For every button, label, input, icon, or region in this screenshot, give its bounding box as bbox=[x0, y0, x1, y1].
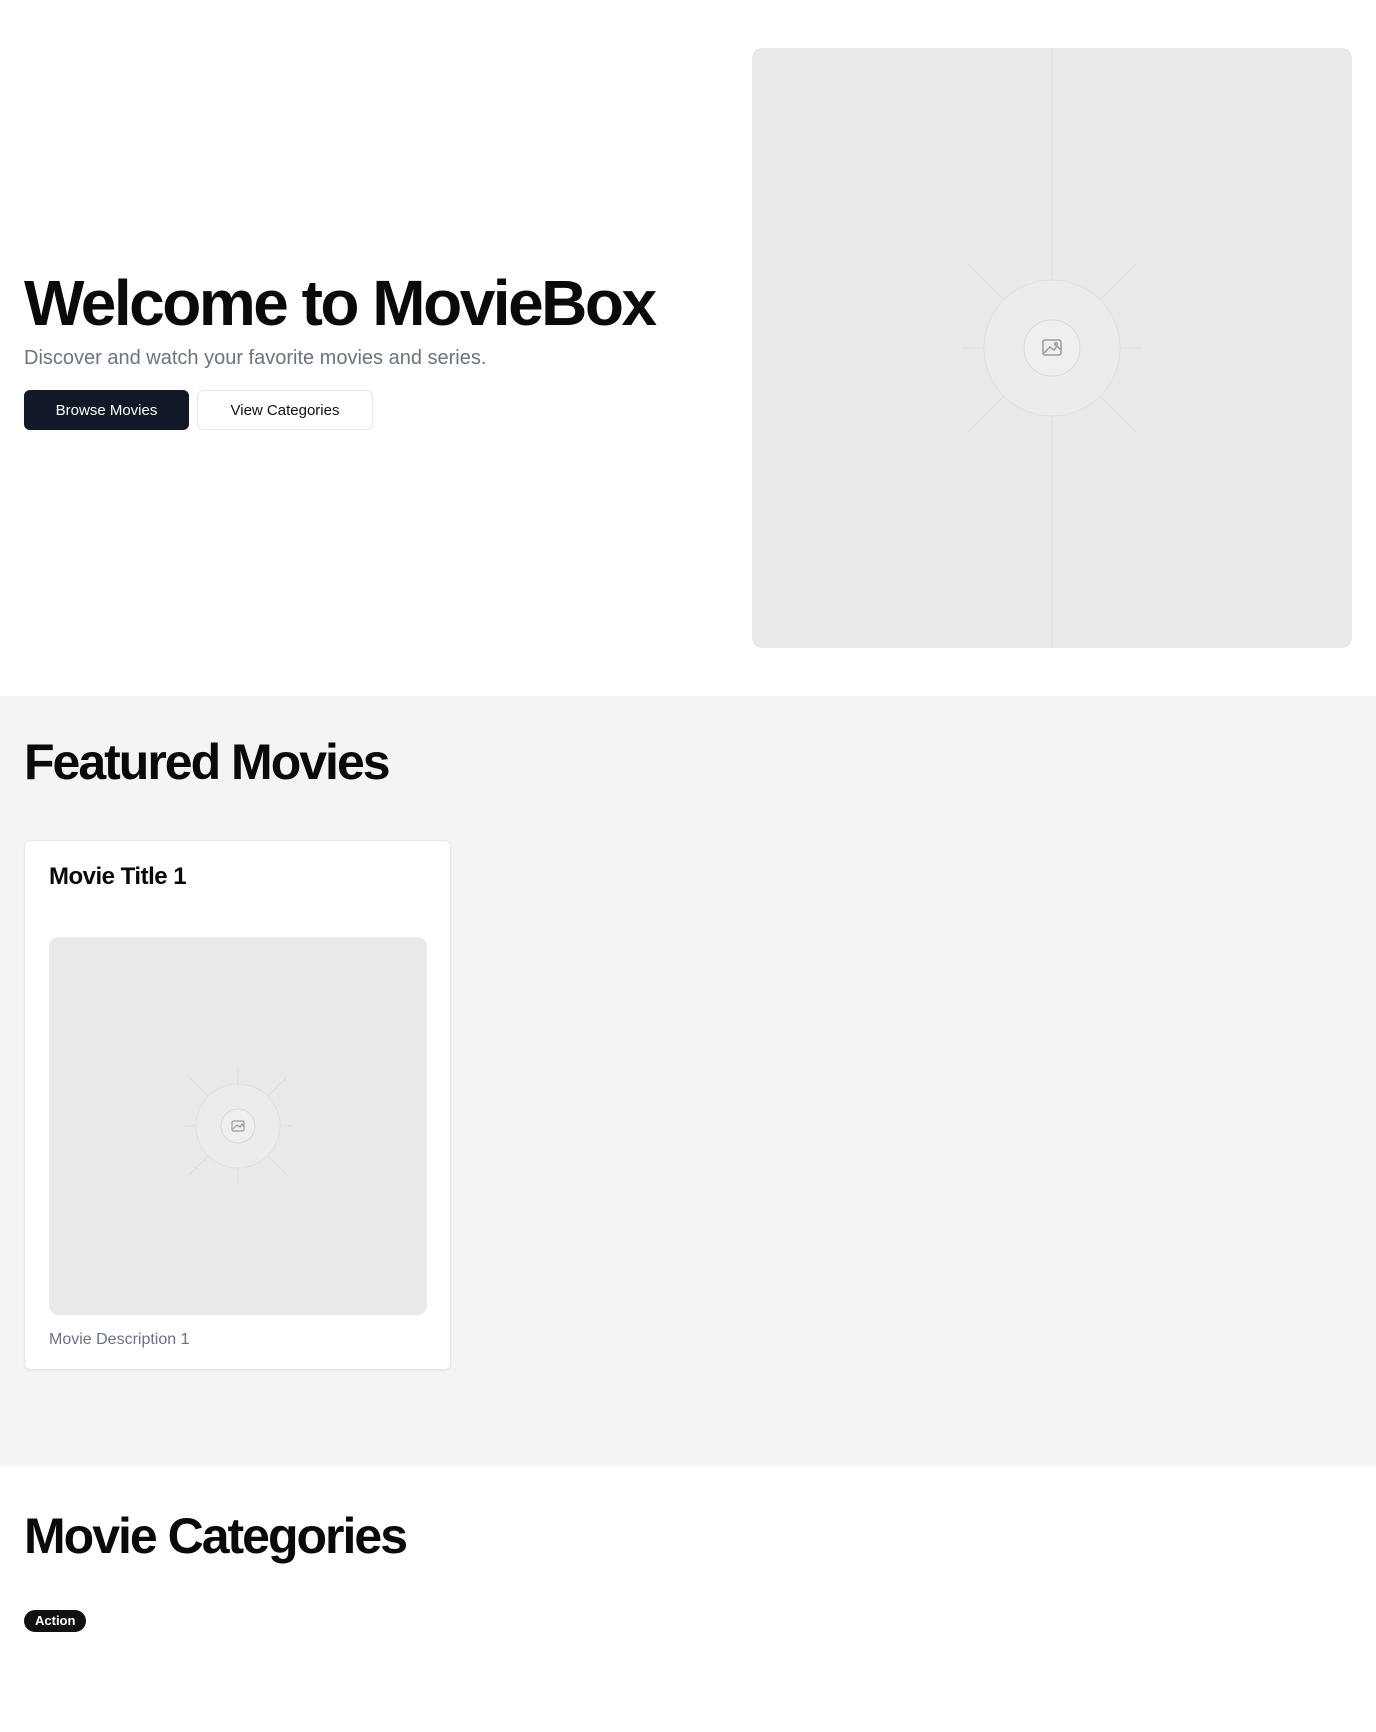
movie-categories-title: Movie Categories bbox=[24, 1508, 408, 1564]
featured-movies-section: Featured Movies Movie Title 1 Movie Desc… bbox=[0, 696, 1376, 1466]
image-placeholder-icon bbox=[962, 48, 1142, 648]
movie-image bbox=[49, 937, 427, 1315]
hero-section: Welcome to MovieBox Discover and watch y… bbox=[0, 0, 1376, 696]
hero-button-group: Browse Movies View Categories bbox=[24, 390, 724, 430]
movie-card[interactable]: Movie Title 1 Movie Description 1 bbox=[24, 840, 451, 1370]
hero-content: Welcome to MovieBox Discover and watch y… bbox=[24, 268, 724, 430]
browse-movies-button[interactable]: Browse Movies bbox=[24, 390, 189, 430]
hero-image bbox=[752, 48, 1352, 648]
featured-movies-title: Featured Movies bbox=[24, 734, 391, 790]
movie-title: Movie Title 1 bbox=[49, 863, 187, 890]
hero-title: Welcome to MovieBox bbox=[24, 267, 657, 339]
movie-categories-section: Movie Categories Action bbox=[0, 1466, 1376, 1732]
hero-subtitle: Discover and watch your favorite movies … bbox=[24, 347, 487, 369]
movie-description: Movie Description 1 bbox=[49, 1331, 190, 1348]
category-badge-action[interactable]: Action bbox=[24, 1610, 87, 1632]
image-placeholder-icon bbox=[184, 1067, 292, 1185]
view-categories-button[interactable]: View Categories bbox=[197, 390, 373, 430]
